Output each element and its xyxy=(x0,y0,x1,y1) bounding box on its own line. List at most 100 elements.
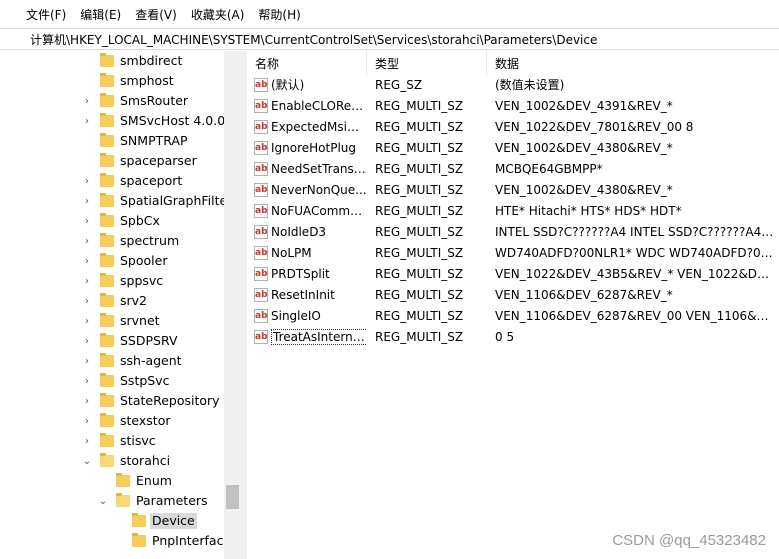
folder-icon xyxy=(100,333,114,347)
tree-item[interactable]: › spaceport xyxy=(28,171,228,191)
menu-item-1[interactable]: 编辑(E) xyxy=(80,6,121,23)
tree-item[interactable]: › Spooler xyxy=(28,251,228,271)
value-type: REG_MULTI_SZ xyxy=(375,330,464,344)
tree-item[interactable]: › sppsvc xyxy=(28,271,228,291)
tree-item-label: srvnet xyxy=(120,313,160,328)
value-name-cell: SingleIO xyxy=(271,306,367,327)
chevron-right-icon[interactable]: › xyxy=(82,275,92,287)
folder-icon xyxy=(100,413,114,427)
menu-item-3[interactable]: 收藏夹(A) xyxy=(191,6,245,23)
tree-item[interactable]: Device xyxy=(28,511,228,531)
chevron-right-icon[interactable]: › xyxy=(82,375,92,387)
table-row[interactable]: ab SingleIO REG_MULTI_SZ VEN_1106&DEV_6287&… xyxy=(247,306,779,327)
tree-item[interactable]: smphost xyxy=(28,71,228,91)
tree-item-label: SmsRouter xyxy=(120,93,189,108)
table-row[interactable]: ab NoLPM REG_MULTI_SZ WD740ADFD?00NLR1* WDC… xyxy=(247,243,779,264)
column-header-type[interactable]: 类型 xyxy=(367,51,487,75)
folder-icon xyxy=(100,373,114,387)
table-row[interactable]: ab ResetInInit REG_MULTI_SZ VEN_1106&DEV_62… xyxy=(247,285,779,306)
address-path[interactable]: 计算机\HKEY_LOCAL_MACHINE\SYSTEM\CurrentCon… xyxy=(30,31,597,48)
chevron-right-icon[interactable]: › xyxy=(82,335,92,347)
table-row[interactable]: ab ExpectedMsiM... REG_MULTI_SZ VEN_1022&DE… xyxy=(247,117,779,138)
tree-item[interactable]: › SmsRouter xyxy=(28,91,228,111)
value-name-cell: NeverNonQue... xyxy=(271,180,367,201)
chevron-right-icon[interactable]: › xyxy=(82,235,92,247)
tree-item-label: SNMPTRAP xyxy=(120,133,188,148)
tree-item[interactable]: SNMPTRAP xyxy=(28,131,228,151)
tree-item-label: SMSvcHost 4.0.0.0 xyxy=(120,113,238,128)
chevron-right-icon[interactable]: › xyxy=(82,175,92,187)
chevron-right-icon[interactable]: › xyxy=(82,95,92,107)
table-row[interactable]: ab PRDTSplit REG_MULTI_SZ VEN_1022&DEV_43B5… xyxy=(247,264,779,285)
tree-item-label: SSDPSRV xyxy=(120,333,178,348)
chevron-down-icon[interactable]: ⌄ xyxy=(98,495,108,507)
tree-item-label: spaceparser xyxy=(120,153,197,168)
tree-item[interactable]: › ssh-agent xyxy=(28,351,228,371)
chevron-right-icon[interactable]: › xyxy=(82,215,92,227)
value-name: NoIdleD3 xyxy=(271,225,327,239)
value-data: INTEL SSD?C??????A4 INTEL SSD?C??????A4?… xyxy=(495,225,775,239)
chevron-right-icon[interactable]: › xyxy=(82,315,92,327)
tree-scrollbar[interactable] xyxy=(224,51,241,559)
table-row[interactable]: ab IgnoreHotPlug REG_MULTI_SZ VEN_1002&DEV_… xyxy=(247,138,779,159)
tree-item[interactable]: › SMSvcHost 4.0.0.0 xyxy=(28,111,237,131)
tree-item-label: srv2 xyxy=(120,293,148,308)
table-row[interactable]: ab TreatAsInterna... REG_MULTI_SZ 0 5 xyxy=(247,327,779,348)
tree-scrollbar-thumb[interactable] xyxy=(226,485,239,509)
chevron-right-icon[interactable]: › xyxy=(82,395,92,407)
tree-item[interactable]: › stexstor xyxy=(28,411,228,431)
tree-item[interactable]: › SstpSvc xyxy=(28,371,228,391)
tree-item[interactable]: › SpatialGraphFilter xyxy=(28,191,232,211)
tree-item[interactable]: › srvnet xyxy=(28,311,228,331)
column-header-data[interactable]: 数据 xyxy=(487,51,779,75)
address-bar[interactable]: 计算机\HKEY_LOCAL_MACHINE\SYSTEM\CurrentCon… xyxy=(0,28,779,50)
tree-item-label: SpbCx xyxy=(120,213,160,228)
table-row[interactable]: ab NeedSetTransf... REG_MULTI_SZ MCBQE64GBM… xyxy=(247,159,779,180)
table-row[interactable]: ab NoFUAComma... REG_MULTI_SZ HTE* Hitachi*… xyxy=(247,201,779,222)
menu-item-4[interactable]: 帮助(H) xyxy=(258,6,300,23)
string-value-icon: ab xyxy=(254,330,268,344)
tree-item[interactable]: › SpbCx xyxy=(28,211,228,231)
value-type: REG_MULTI_SZ xyxy=(375,99,464,113)
menu-item-2[interactable]: 查看(V) xyxy=(135,6,177,23)
tree-item[interactable]: ⌄ Parameters xyxy=(28,491,228,511)
chevron-down-icon[interactable]: ⌄ xyxy=(82,455,92,467)
tree-item[interactable]: smbdirect xyxy=(28,51,228,71)
folder-icon xyxy=(100,173,114,187)
tree-item[interactable]: PnpInterface xyxy=(28,531,231,551)
tree-item[interactable]: › stisvc xyxy=(28,431,228,451)
chevron-right-icon[interactable]: › xyxy=(82,115,92,127)
value-name-cell: NoFUAComma... xyxy=(271,201,367,222)
table-row[interactable]: ab NeverNonQue... REG_MULTI_SZ VEN_1002&DEV… xyxy=(247,180,779,201)
value-name: NeverNonQue... xyxy=(271,183,367,197)
column-header-name[interactable]: 名称 xyxy=(247,51,367,75)
value-name: PRDTSplit xyxy=(271,267,330,281)
table-row[interactable]: ab (默认) REG_SZ (数值未设置) xyxy=(247,75,779,96)
value-data: VEN_1022&DEV_7801&REV_00 8 xyxy=(495,120,694,134)
chevron-right-icon[interactable]: › xyxy=(82,295,92,307)
chevron-right-icon[interactable]: › xyxy=(82,255,92,267)
tree-item[interactable]: › StateRepository xyxy=(28,391,228,411)
tree-item-label: StateRepository xyxy=(120,393,220,408)
chevron-right-icon[interactable]: › xyxy=(82,435,92,447)
tree-item[interactable]: › srv2 xyxy=(28,291,228,311)
tree-item[interactable]: › spectrum xyxy=(28,231,228,251)
chevron-right-icon[interactable]: › xyxy=(82,355,92,367)
folder-icon xyxy=(116,473,130,487)
tree-item[interactable]: spaceparser xyxy=(28,151,228,171)
value-name: ResetInInit xyxy=(271,288,335,302)
folder-icon xyxy=(132,513,146,527)
tree-item[interactable]: › SSDPSRV xyxy=(28,331,228,351)
tree-item[interactable]: Enum xyxy=(28,471,228,491)
chevron-right-icon[interactable]: › xyxy=(82,415,92,427)
registry-tree: smbdirect smphost › SmsRouter › SMSvcHost 4.0… xyxy=(28,51,241,559)
tree-item[interactable]: ⌄ storahci xyxy=(28,451,228,471)
menu-item-0[interactable]: 文件(F) xyxy=(26,6,66,23)
value-name-cell: NeedSetTransf... xyxy=(271,159,367,180)
chevron-right-icon[interactable]: › xyxy=(82,195,92,207)
value-type: REG_MULTI_SZ xyxy=(375,162,464,176)
table-row[interactable]: ab NoIdleD3 REG_MULTI_SZ INTEL SSD?C??????A… xyxy=(247,222,779,243)
table-row[interactable]: ab EnableCLOReset REG_MULTI_SZ VEN_1002&DEV… xyxy=(247,96,779,117)
